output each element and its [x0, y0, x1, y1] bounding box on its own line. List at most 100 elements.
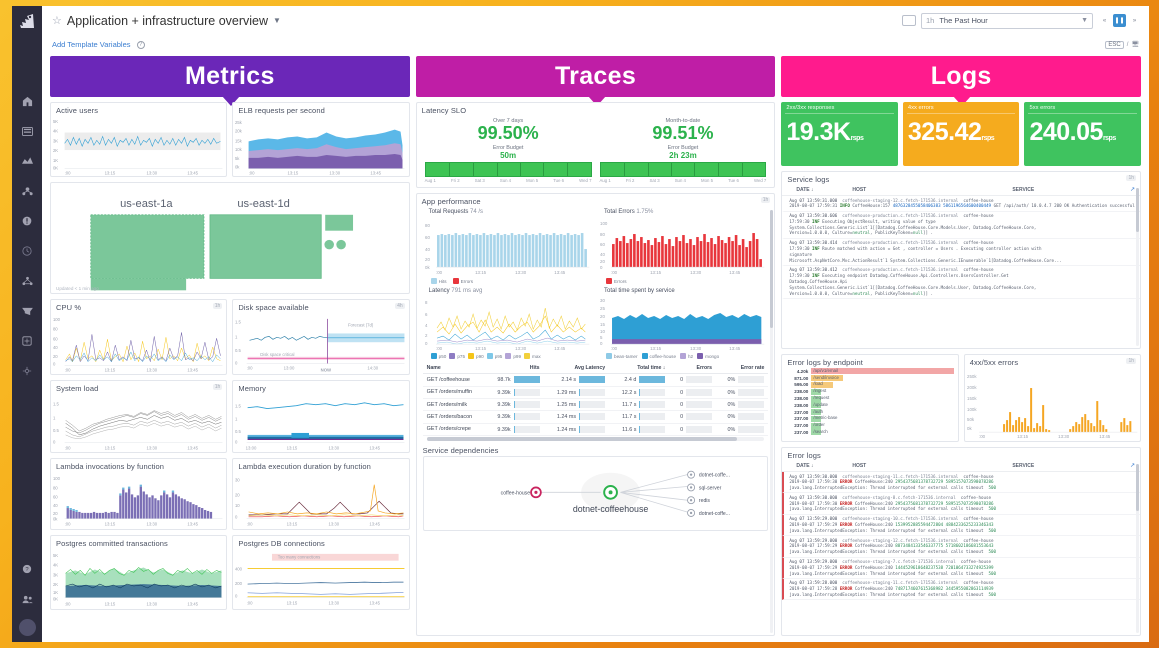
display-icon[interactable]: 🖥	[1131, 41, 1139, 48]
add-template-variables-link[interactable]: Add Template Variables	[52, 40, 131, 49]
stat-box[interactable]: 2xx/3xx responses19.3Krsps	[781, 102, 898, 166]
svg-text:Too many connections: Too many connections	[278, 554, 320, 559]
endpoint-row[interactable]: 4.20k/api/v1/email	[782, 368, 957, 375]
panel-latency-slo[interactable]: Latency SLO Over 7 days 99.50% Error Bud…	[416, 102, 776, 188]
question-mark-icon[interactable]: ?	[137, 41, 145, 49]
network-icon[interactable]	[17, 271, 37, 291]
chevron-down-icon[interactable]: ▼	[1081, 17, 1088, 24]
help-icon[interactable]: ?	[17, 559, 37, 579]
service-logs-scrollbar[interactable]	[1136, 188, 1139, 346]
error-log-row[interactable]: Aug 07 13:59:29.000 coffeehouse-staging-…	[782, 558, 1140, 579]
error-log-row[interactable]: Aug 07 13:59:28.000 coffeehouse-staging-…	[782, 579, 1140, 600]
log-row[interactable]: Aug 07 13:59:30.412 coffeehouse-producti…	[782, 266, 1140, 299]
panel-disk-space[interactable]: Disk space available 4h 1.51 0.50 Foreca…	[232, 299, 409, 374]
datadog-app-window: ? ☆ Application + infrastructure overvie…	[12, 6, 1149, 642]
rewind-button[interactable]: «	[1098, 14, 1111, 27]
log-body-line: java.lang.InterruptedException: Thread i…	[789, 506, 1136, 512]
panel-error-logs[interactable]: Error logs DATE ↓ HOST SERVICE ↗ Aug 07 …	[781, 447, 1141, 636]
notebooks-icon[interactable]	[17, 121, 37, 141]
screenboard-icon[interactable]	[902, 15, 916, 26]
endpoint-row[interactable]: 238.00/update	[782, 402, 957, 409]
panel-system-load[interactable]: System load 1h 1.51 0.50 :0013:15	[50, 380, 227, 453]
panel-service-logs[interactable]: Service logs 1h DATE ↓ HOST SERVICE ↗ Au…	[781, 171, 1141, 349]
log-row[interactable]: Aug 07 13:59:30.606 coffeehouse-producti…	[782, 212, 1140, 239]
alerts-icon[interactable]	[17, 211, 37, 231]
stat-box[interactable]: 4xx errors325.42rsps	[903, 102, 1020, 166]
time-range-picker[interactable]: 1h The Past Hour ▼	[921, 13, 1093, 29]
error-logs-list[interactable]: Aug 07 13:59:30.000 coffeehouse-staging-…	[782, 472, 1140, 600]
security-icon[interactable]	[17, 331, 37, 351]
col-host[interactable]: HOST	[852, 187, 1002, 193]
panel-memory[interactable]: Memory 1.51 0.50 13:0013:15 13:3013:45	[232, 380, 409, 453]
slo-tick: Sat 3	[650, 178, 660, 183]
table-row[interactable]: GET /coffeehouse98.7k2.14 s2.4 d00%	[423, 374, 769, 386]
log-row[interactable]: Aug 07 13:59:31.000 coffeehouse-staging-…	[782, 196, 1140, 212]
endpoint-row[interactable]: 871.00/send/invoice	[782, 375, 957, 382]
col-date[interactable]: DATE ↓	[796, 187, 842, 193]
star-outline-icon[interactable]: ☆	[52, 14, 62, 27]
panel-lambda-invocations[interactable]: Lambda invocations by function 10080 604…	[50, 458, 227, 529]
table-row[interactable]: GET /orders/milk9.39k1.25 ms11.7 s00%	[423, 398, 769, 410]
svg-text:0: 0	[235, 593, 238, 598]
external-link-icon[interactable]: ↗	[1130, 186, 1135, 193]
panel-active-users[interactable]: Active users 5K4K 3K2K 1K0K :0013:15 13:…	[50, 102, 227, 177]
error-log-row[interactable]: Aug 07 13:59:29.000 coffeehouse-staging-…	[782, 515, 1140, 536]
forward-button[interactable]: »	[1128, 14, 1141, 27]
endpoint-row[interactable]: 237.00/metric-base	[782, 415, 957, 422]
dashboard-title-group[interactable]: ☆ Application + infrastructure overview …	[52, 14, 281, 28]
endpoint-bar: /load	[811, 382, 953, 388]
service-logs-list[interactable]: Aug 07 13:59:31.000 coffeehouse-staging-…	[782, 196, 1140, 299]
endpoint-row[interactable]: 238.00/request	[782, 395, 957, 402]
col-avg-latency[interactable]: Avg Latency	[544, 363, 610, 374]
app-performance-scrollbar[interactable]	[770, 210, 773, 633]
endpoint-row[interactable]: 237.00/order	[782, 422, 957, 429]
error-logs-scrollbar[interactable]	[1136, 464, 1139, 633]
stat-box[interactable]: 5xx errors240.05rsps	[1024, 102, 1141, 166]
col-error-rate[interactable]: Error rate	[716, 363, 768, 374]
infrastructure-icon[interactable]	[17, 151, 37, 171]
apm-icon[interactable]	[17, 181, 37, 201]
synthetics-icon[interactable]	[17, 241, 37, 261]
panel-postgres-connections[interactable]: Postgres DB connections Too many connect…	[232, 535, 409, 610]
endpoint-row[interactable]: 237.00/search	[782, 429, 957, 436]
col-service[interactable]: SERVICE	[1012, 463, 1034, 469]
pause-button[interactable]: ❚❚	[1113, 14, 1126, 27]
table-row[interactable]: GET /orders/muffin9.39k1.29 ms12.2 s00%	[423, 386, 769, 398]
team-icon[interactable]	[17, 589, 37, 609]
error-logs-header: DATE ↓ HOST SERVICE	[782, 461, 1140, 472]
endpoint-row[interactable]: 595.00/load	[782, 382, 957, 389]
error-log-row[interactable]: Aug 07 13:59:29.000 coffeehouse-staging-…	[782, 536, 1140, 557]
endpoint-row[interactable]: 238.00/ingest	[782, 388, 957, 395]
panel-hostmap[interactable]: us-east-1a us-east-1d us-east-1c us-east…	[50, 182, 410, 294]
dashboards-icon[interactable]	[17, 91, 37, 111]
endpoint-row[interactable]: 237.00/auth	[782, 409, 957, 416]
esc-key[interactable]: ESC	[1105, 41, 1123, 49]
trace-table-hscrollbar[interactable]	[427, 437, 765, 441]
table-row[interactable]: GET /orders/crepe9.39k1.24 ms11.6 s00%	[423, 423, 769, 435]
panel-cpu[interactable]: CPU % 1h 10080 6040 200 :0013:15 13:3013…	[50, 299, 227, 374]
log-row[interactable]: Aug 07 13:59:30.414 coffeehouse-producti…	[782, 239, 1140, 266]
error-log-row[interactable]: Aug 07 13:59:30.000 coffeehouse-staging-…	[782, 493, 1140, 514]
external-link-icon[interactable]: ↗	[1130, 462, 1135, 469]
datadog-logo[interactable]	[16, 10, 38, 32]
col-host[interactable]: HOST	[852, 463, 1002, 469]
col-date[interactable]: DATE ↓	[796, 463, 842, 469]
col-service[interactable]: SERVICE	[1012, 187, 1034, 193]
col-hits[interactable]: Hits	[485, 363, 544, 374]
panel-4xx-5xx-errors[interactable]: 4xx/5xx errors 1h 250k200k 150k100k 50k0…	[964, 354, 1141, 442]
integrations-icon[interactable]	[17, 361, 37, 381]
panel-elb-requests[interactable]: ELB requests per second 25k20k 15k10k 5k…	[232, 102, 409, 177]
table-row[interactable]: GET /orders/bacon9.39k1.24 ms11.7 s00%	[423, 411, 769, 423]
panel-errors-by-endpoint[interactable]: Error logs by endpoint 4.20k/api/v1/emai…	[781, 354, 958, 442]
col-total-time[interactable]: Total time ↓	[609, 363, 669, 374]
chevron-down-icon[interactable]: ▼	[273, 16, 281, 25]
logs-icon[interactable]	[17, 301, 37, 321]
panel-postgres-transactions[interactable]: Postgres committed transactions 5K4K 3K2…	[50, 535, 227, 610]
panel-app-performance[interactable]: App performance 1h Total Requests 74 /s …	[416, 193, 776, 636]
col-errors[interactable]: Errors	[669, 363, 716, 374]
panel-service-map[interactable]: coffee-house dotnet-coffeehouse dotnet-c…	[423, 456, 769, 531]
col-name[interactable]: Name	[423, 363, 485, 374]
user-avatar[interactable]	[19, 619, 36, 636]
error-log-row[interactable]: Aug 07 13:59:30.000 coffeehouse-staging-…	[782, 472, 1140, 493]
panel-lambda-duration[interactable]: Lambda execution duration by function 30…	[232, 458, 409, 529]
